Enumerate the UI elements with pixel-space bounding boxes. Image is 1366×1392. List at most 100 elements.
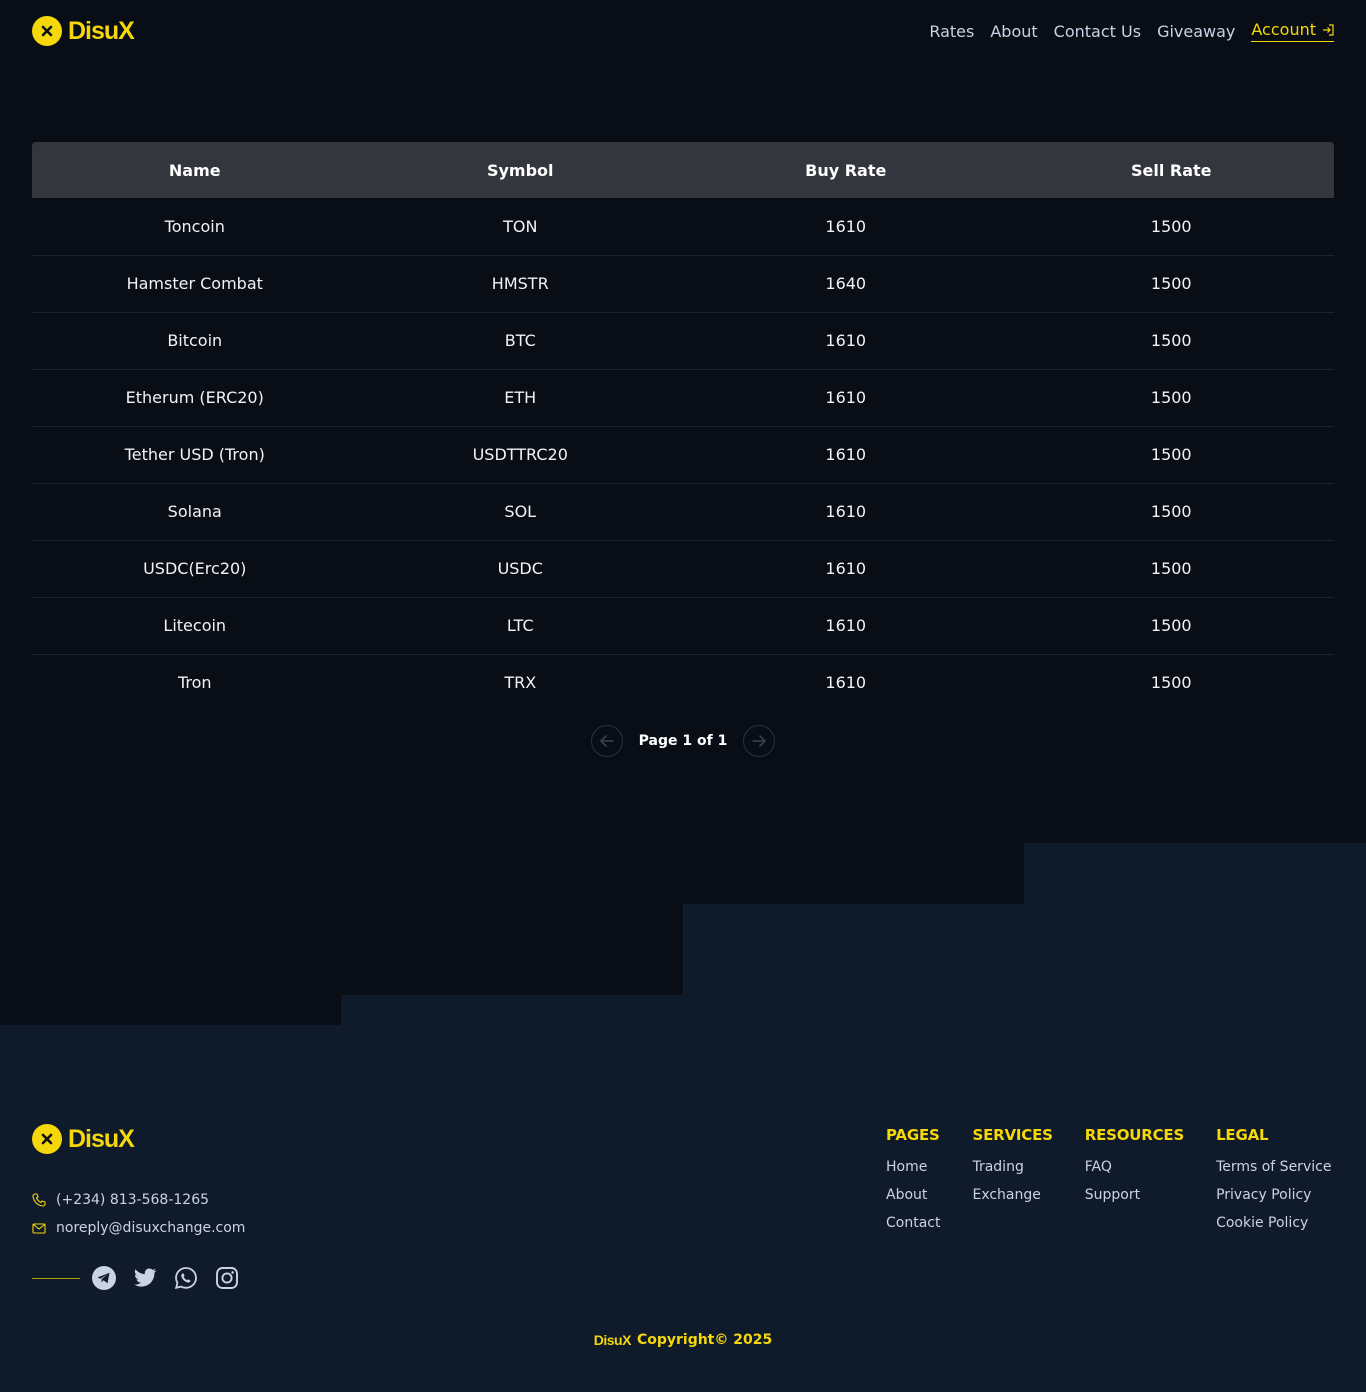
cell-buy-rate: 1610 <box>683 426 1009 484</box>
phone-icon <box>32 1193 46 1207</box>
cell-sell-rate: 1500 <box>1008 597 1334 655</box>
email-address: noreply@disuxchange.com <box>56 1220 246 1236</box>
cell-sell-rate: 1500 <box>1008 198 1334 256</box>
footer-link-exchange[interactable]: Exchange <box>972 1184 1052 1212</box>
footer-col-resources: RESOURCES FAQ Support <box>1084 1126 1185 1240</box>
login-icon <box>1323 23 1334 36</box>
footer-link-cookie[interactable]: Cookie Policy <box>1216 1212 1331 1240</box>
cell-symbol: SOL <box>357 483 683 541</box>
footer-link-about[interactable]: About <box>886 1184 940 1212</box>
page-indicator: Page 1 of 1 <box>638 733 728 749</box>
telegram-icon[interactable] <box>92 1266 116 1290</box>
cell-sell-rate: 1500 <box>1008 540 1334 598</box>
nav-giveaway[interactable]: Giveaway <box>1157 22 1235 41</box>
footer-link-trading[interactable]: Trading <box>972 1156 1052 1184</box>
header-name: Name <box>168 160 221 180</box>
copyright-text: Copyright© 2025 <box>636 1332 773 1348</box>
prev-page-button[interactable] <box>590 725 623 757</box>
mail-icon <box>32 1223 46 1234</box>
footer-col-pages: PAGES Home About Contact <box>886 1126 940 1240</box>
cell-symbol: LTC <box>357 597 683 655</box>
cell-buy-rate: 1610 <box>825 673 867 693</box>
table-row: Tron TRX 1610 1500 <box>32 654 1334 711</box>
social-links <box>32 1266 239 1290</box>
table-row: Tether USD (Tron) USDTTRC20 1610 1500 <box>32 426 1334 484</box>
table-header-row: Name Symbol Buy Rate Sell Rate <box>32 142 1334 198</box>
phone-number: (+234) 813-568-1265 <box>56 1192 210 1208</box>
footer-logo-text: DisuX <box>68 1124 135 1153</box>
arrow-right-icon <box>752 735 767 747</box>
cell-buy-rate: 1610 <box>683 540 1009 598</box>
cell-symbol: USDC <box>357 540 683 598</box>
cell-sell-rate: 1500 <box>1008 483 1334 541</box>
nav-about[interactable]: About <box>990 22 1037 41</box>
cell-symbol: BTC <box>357 312 683 370</box>
cell-name: Tether USD (Tron) <box>32 426 358 484</box>
cell-sell-rate: 1500 <box>1008 426 1334 484</box>
footer-col-legal: LEGAL Terms of Service Privacy Policy Co… <box>1216 1126 1331 1240</box>
cell-name: USDC(Erc20) <box>32 540 358 598</box>
cell-name: Etherum (ERC20) <box>32 369 358 427</box>
footer-link-terms[interactable]: Terms of Service <box>1216 1156 1331 1184</box>
cell-sell-rate: 1500 <box>1008 312 1334 370</box>
nav-contact-us[interactable]: Contact Us <box>1054 22 1141 41</box>
table-row: Hamster Combat HMSTR 1640 1500 <box>32 255 1334 313</box>
nav-rates[interactable]: Rates <box>929 22 974 41</box>
footer-col-services: SERVICES Trading Exchange <box>972 1126 1052 1240</box>
cell-buy-rate: 1610 <box>683 597 1009 655</box>
footer-logo-mark-icon <box>32 1124 62 1154</box>
cell-name: Tron <box>177 673 212 693</box>
cell-name: Hamster Combat <box>32 255 358 313</box>
cell-symbol: HMSTR <box>357 255 683 313</box>
cell-buy-rate: 1610 <box>683 369 1009 427</box>
main-nav: Rates About Contact Us Giveaway Account <box>929 20 1334 42</box>
nav-account-label: Account <box>1251 20 1316 39</box>
table-row: Bitcoin BTC 1610 1500 <box>32 312 1334 370</box>
copyright-brand: DisuX <box>593 1332 632 1348</box>
arrow-left-icon <box>599 735 614 747</box>
cell-buy-rate: 1610 <box>683 198 1009 256</box>
nav-account[interactable]: Account <box>1251 20 1334 42</box>
footer-link-faq[interactable]: FAQ <box>1085 1156 1184 1184</box>
instagram-icon[interactable] <box>215 1266 239 1290</box>
contact-phone[interactable]: (+234) 813-568-1265 <box>32 1186 245 1214</box>
header-sell-rate: Sell Rate <box>1130 160 1212 180</box>
site-header: DisuX Rates About Contact Us Giveaway Ac… <box>0 0 1366 62</box>
twitter-icon[interactable] <box>133 1266 157 1290</box>
footer-link-contact[interactable]: Contact <box>886 1212 940 1240</box>
footer-stair-2 <box>341 995 1366 1025</box>
footer-col-title: PAGES <box>886 1126 940 1144</box>
cell-sell-rate: 1500 <box>1008 255 1334 313</box>
contact-email[interactable]: noreply@disuxchange.com <box>32 1214 245 1242</box>
next-page-button[interactable] <box>743 725 776 757</box>
cell-sell-rate: 1500 <box>1150 673 1192 693</box>
cell-symbol: TRX <box>504 673 537 693</box>
rates-table: Name Symbol Buy Rate Sell Rate Toncoin T… <box>32 142 1334 711</box>
cell-name: Solana <box>32 483 358 541</box>
table-row: USDC(Erc20) USDC 1610 1500 <box>32 540 1334 598</box>
cell-sell-rate: 1500 <box>1008 369 1334 427</box>
cell-symbol: TON <box>357 198 683 256</box>
footer-link-privacy[interactable]: Privacy Policy <box>1216 1184 1331 1212</box>
footer-link-support[interactable]: Support <box>1085 1184 1184 1212</box>
logo[interactable]: DisuX <box>32 16 135 46</box>
cell-buy-rate: 1640 <box>683 255 1009 313</box>
table-row: Litecoin LTC 1610 1500 <box>32 597 1334 655</box>
cell-name: Toncoin <box>32 198 358 256</box>
footer-link-home[interactable]: Home <box>886 1156 940 1184</box>
socials-divider <box>32 1277 80 1279</box>
copyright: DisuX Copyright© 2025 <box>0 1332 1366 1348</box>
footer-col-title: LEGAL <box>1216 1126 1269 1144</box>
header-buy-rate: Buy Rate <box>805 160 887 180</box>
table-row: Etherum (ERC20) ETH 1610 1500 <box>32 369 1334 427</box>
footer-logo[interactable]: DisuX <box>32 1124 135 1154</box>
cell-symbol: ETH <box>357 369 683 427</box>
logo-mark-icon <box>32 16 62 46</box>
whatsapp-icon[interactable] <box>174 1266 198 1290</box>
header-symbol: Symbol <box>486 160 554 180</box>
cell-buy-rate: 1610 <box>683 483 1009 541</box>
footer-col-title: RESOURCES <box>1084 1126 1185 1144</box>
cell-symbol: USDTTRC20 <box>357 426 683 484</box>
pagination: Page 1 of 1 <box>0 725 1366 757</box>
table-row: Toncoin TON 1610 1500 <box>32 198 1334 256</box>
